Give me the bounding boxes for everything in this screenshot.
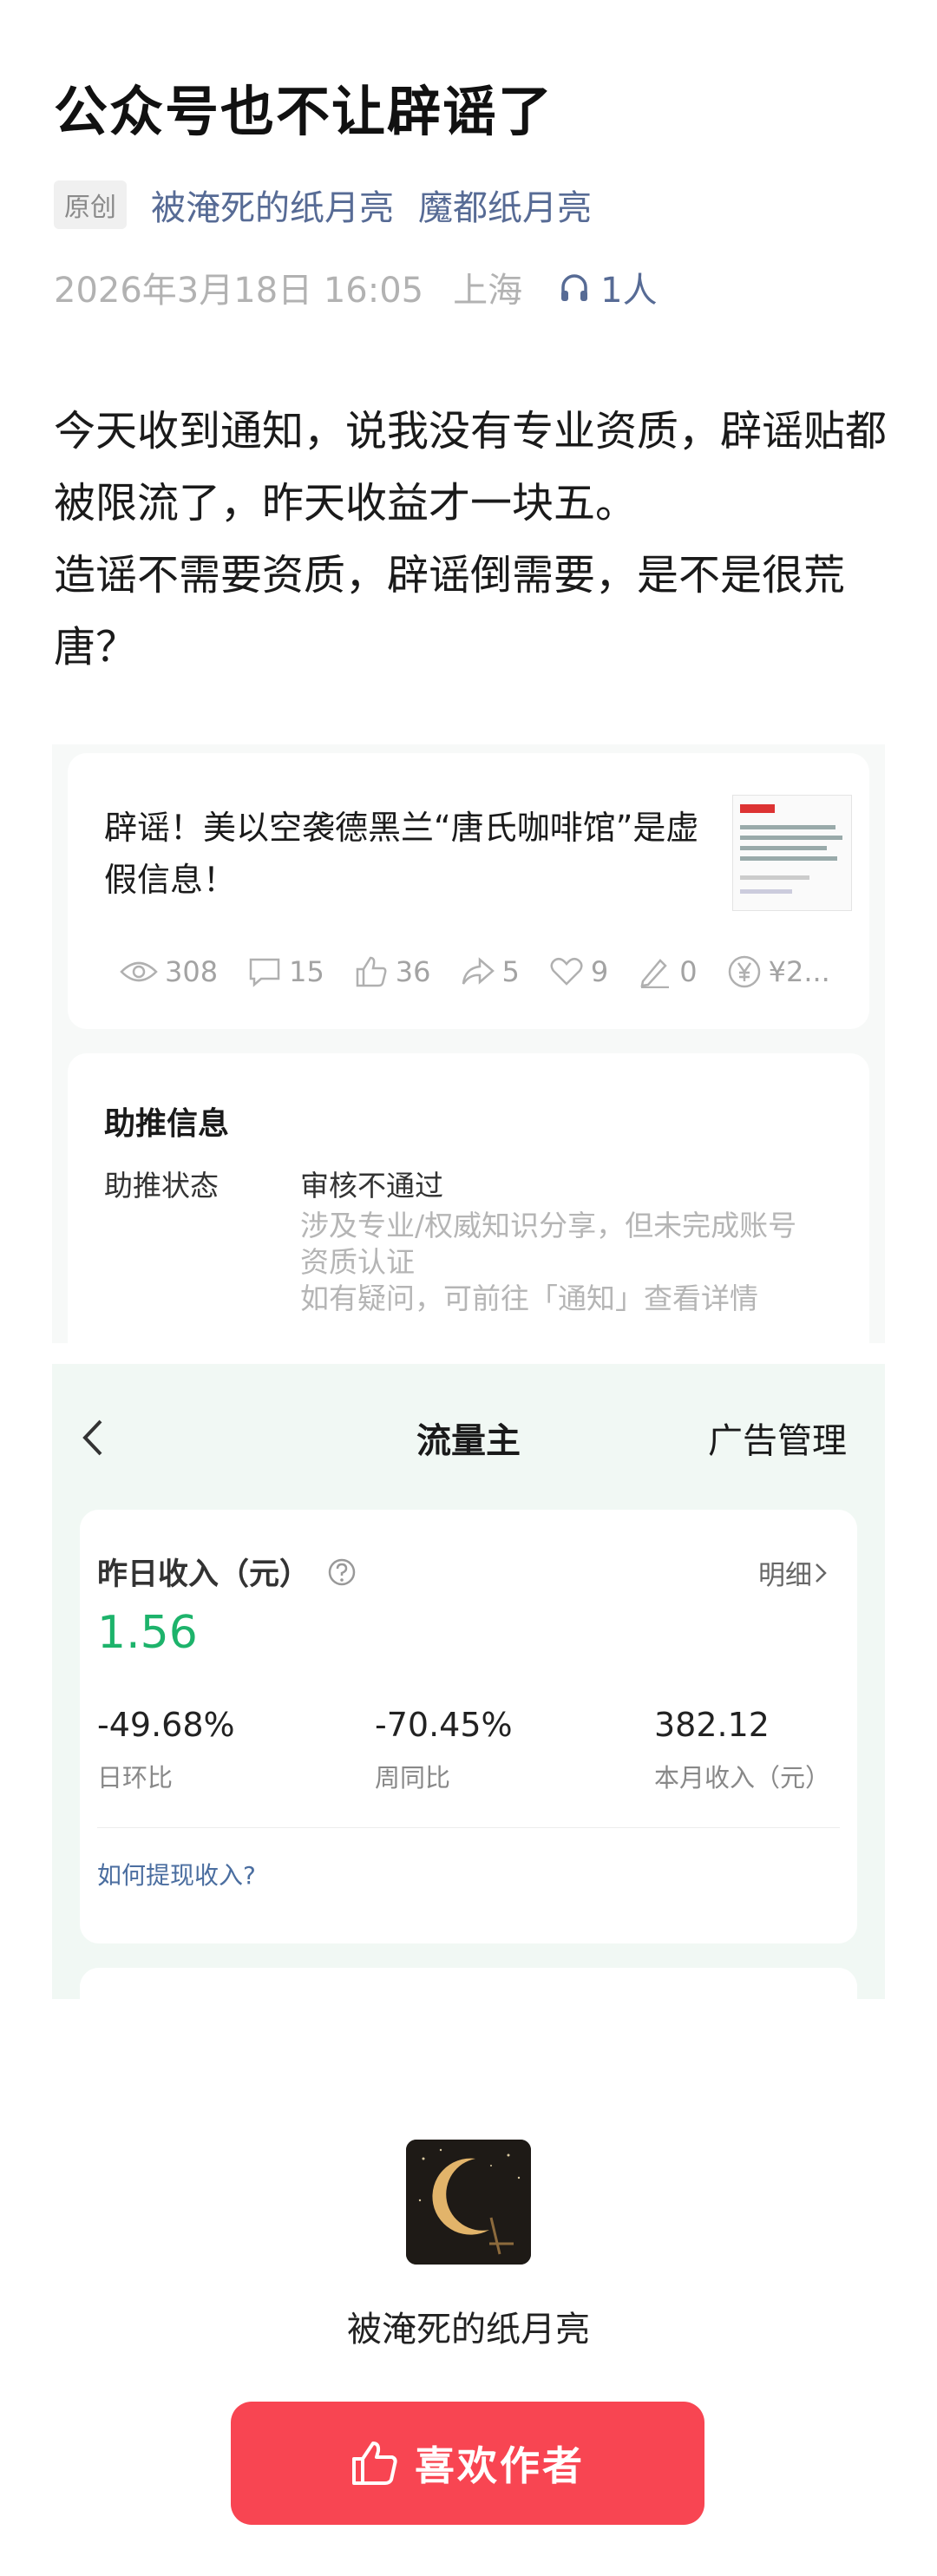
article-body: 今天收到通知，说我没有专业资质，辟谣贴都被限流了，昨天收益才一块五。 造谣不需要… xyxy=(54,396,891,684)
article-title: 公众号也不让辟谣了 xyxy=(54,80,554,143)
like-author-label: 喜欢作者 xyxy=(415,2442,585,2489)
eye-icon xyxy=(120,961,158,982)
original-tag: 原创 xyxy=(54,180,127,229)
post-title: 辟谣！美以空袭德黑兰“唐氏咖啡馆”是虚假信息！ xyxy=(104,809,699,899)
shares-stat: 5 xyxy=(461,955,520,988)
paragraph: 今天收到通知，说我没有专业资质，辟谣贴都被限流了，昨天收益才一块五。 xyxy=(54,407,888,528)
boost-status-value: 审核不通过 xyxy=(300,1169,443,1203)
views-stat: 308 xyxy=(120,955,218,988)
boost-note: 涉及专业/权威知识分享，但未完成账号资质认证 如有疑问，可前往「通知」查看详情 xyxy=(300,1209,797,1315)
chevron-right-icon xyxy=(816,1563,827,1583)
metric-label: 周同比 xyxy=(375,1763,451,1793)
publish-datetime: 2026年3月18日 16:05 xyxy=(54,271,424,311)
publish-location: 上海 xyxy=(453,271,523,311)
metric-value: -70.45% xyxy=(375,1706,513,1744)
boost-card: 助推信息 助推状态 审核不通过 涉及专业/权威知识分享，但未完成账号资质认证 如… xyxy=(68,1053,869,1343)
article-meta: 原创 被淹死的纸月亮 魔都纸月亮 xyxy=(54,180,592,229)
post-card: 辟谣！美以空袭德黑兰“唐氏咖啡馆”是虚假信息！ 308 15 36 5 9 0 … xyxy=(68,753,869,1029)
metric-label: 日环比 xyxy=(97,1763,174,1793)
edits-stat: 0 xyxy=(638,955,698,988)
thumbs-up-icon xyxy=(356,956,387,987)
thumbs-up-icon xyxy=(352,2442,397,2485)
author-link[interactable]: 被淹死的纸月亮 xyxy=(151,180,394,230)
boost-heading: 助推信息 xyxy=(104,1106,230,1142)
metric-label: 本月收入（元） xyxy=(654,1763,831,1793)
withdraw-help-link: 如何提现收入? xyxy=(97,1861,256,1890)
comments-stat: 15 xyxy=(247,955,324,988)
article-info: 2026年3月18日 16:05 上海 1人 xyxy=(54,262,658,312)
ad-manage-link: 广告管理 xyxy=(708,1421,847,1461)
next-card xyxy=(80,1968,857,1999)
yen-icon xyxy=(728,955,760,988)
embedded-screenshot-post: 辟谣！美以空袭德黑兰“唐氏咖啡馆”是虚假信息！ 308 15 36 5 9 0 … xyxy=(52,744,885,1343)
author-avatar[interactable] xyxy=(406,2140,531,2265)
metric-value: 382.12 xyxy=(654,1706,770,1744)
divider xyxy=(97,1827,840,1828)
post-thumbnail-image xyxy=(732,795,852,911)
detail-link: 明细 xyxy=(758,1553,829,1592)
headphones-icon xyxy=(561,274,588,301)
likes-stat: 36 xyxy=(354,955,431,988)
pen-icon xyxy=(640,959,670,988)
crescent-moon-icon xyxy=(406,2140,531,2265)
income-card: 昨日收入（元） 明细 1.56 -49.68% 日环比 -70.45% 周同比 … xyxy=(80,1510,857,1943)
listener-count: 1人 xyxy=(600,271,658,311)
listen-button[interactable]: 1人 xyxy=(557,262,658,312)
metric-value: -49.68% xyxy=(97,1706,235,1744)
like-author-button[interactable]: 喜欢作者 xyxy=(231,2402,704,2525)
embedded-screenshot-income: 流量主 广告管理 昨日收入（元） 明细 1.56 -49.68% 日环比 -70… xyxy=(52,1364,885,1999)
comment-icon xyxy=(249,958,280,987)
author-name: 被淹死的纸月亮 xyxy=(347,2310,590,2350)
share-icon xyxy=(462,957,495,985)
income-value: 1.56 xyxy=(97,1607,198,1659)
heart-icon xyxy=(550,957,583,986)
paragraph: 造谣不需要资质，辟谣倒需要，是不是很荒唐？ xyxy=(54,551,846,672)
boost-status-label: 助推状态 xyxy=(104,1169,219,1203)
account-link[interactable]: 魔都纸月亮 xyxy=(418,180,592,230)
help-icon xyxy=(328,1558,356,1585)
reward-stat: ¥2... xyxy=(727,954,830,989)
favorites-stat: 9 xyxy=(549,955,608,988)
post-stats: 308 15 36 5 9 0 ¥2... xyxy=(120,954,860,989)
income-heading: 昨日收入（元） xyxy=(97,1550,357,1594)
